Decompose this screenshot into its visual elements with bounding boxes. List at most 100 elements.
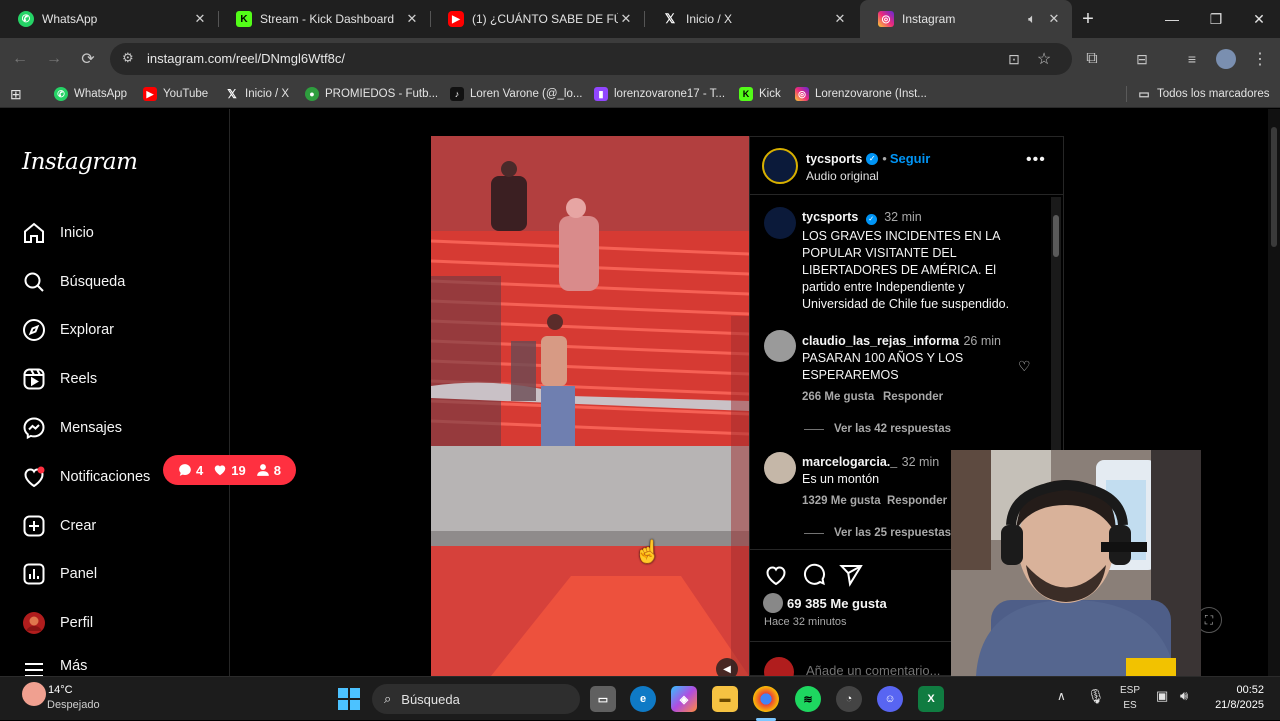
view-replies-button[interactable]: Ver las 25 respuestas	[804, 527, 951, 539]
nav-explorar[interactable]: Explorar	[22, 316, 114, 344]
close-icon[interactable]: ✕	[1046, 11, 1062, 27]
bookmark-twitch[interactable]: ▮ lorenzovarone17 - T...	[594, 85, 725, 103]
bookmark-label: YouTube	[163, 88, 209, 100]
weather-description[interactable]: Despejado	[47, 699, 100, 711]
promiedos-icon: ●	[305, 87, 319, 101]
comment-username[interactable]: marcelogarcia._	[802, 455, 897, 469]
chrome-icon[interactable]	[753, 686, 779, 712]
nav-crear[interactable]: Crear	[22, 512, 96, 540]
more-options-icon[interactable]: •••	[1026, 151, 1046, 169]
weather-temperature[interactable]: 14°C	[48, 684, 73, 696]
caption-avatar[interactable]	[764, 207, 796, 239]
nav-perfil[interactable]: Perfil	[22, 609, 93, 637]
menu-dots-icon[interactable]: ⋮	[1248, 47, 1272, 71]
view-replies-button[interactable]: Ver las 42 respuestas	[804, 423, 951, 435]
audio-label[interactable]: Audio original	[806, 169, 879, 183]
network-icon[interactable]: ▣	[1156, 688, 1168, 704]
all-bookmarks[interactable]: ▭ Todos los marcadores	[1137, 85, 1269, 103]
spotify-icon[interactable]: ≋	[795, 686, 821, 712]
forward-button[interactable]: →	[42, 47, 66, 71]
reply-button[interactable]: Responder	[883, 391, 943, 403]
nav-mensajes[interactable]: Mensajes	[22, 414, 122, 442]
bookmark-whatsapp[interactable]: ✆ WhatsApp	[54, 85, 127, 103]
nav-inicio[interactable]: Inicio	[22, 219, 94, 247]
reel-video[interactable]: ◀	[431, 136, 749, 676]
minimize-button[interactable]: —	[1150, 0, 1194, 38]
tab-x[interactable]: 𝕏 Inicio / X ✕	[644, 0, 858, 38]
bookmark-kick[interactable]: K Kick	[739, 85, 781, 103]
close-icon[interactable]: ✕	[618, 11, 634, 27]
install-app-icon[interactable]: ⊡	[1002, 47, 1026, 71]
windows-start-icon[interactable]	[338, 688, 360, 710]
instagram-logo[interactable]: Instagram	[22, 149, 138, 175]
task-view-icon[interactable]: ▭	[590, 686, 616, 712]
nav-notificaciones[interactable]: Notificaciones	[22, 463, 150, 491]
language-indicator[interactable]: ESP ES	[1120, 683, 1140, 713]
likes-count[interactable]: 69 385 Me gusta	[787, 596, 887, 611]
tab-whatsapp[interactable]: ✆ WhatsApp ✕	[0, 0, 218, 38]
comment-likes[interactable]: 1329 Me gusta	[802, 495, 881, 507]
author-avatar[interactable]	[762, 148, 798, 184]
page-scrollbar[interactable]	[1268, 109, 1280, 676]
share-icon[interactable]	[839, 563, 863, 587]
tab-youtube[interactable]: ▶ (1) ¿CUÁNTO SABE DE FÚTBOL ✕	[430, 0, 644, 38]
nav-mas[interactable]: Más	[22, 658, 87, 676]
media-control-icon[interactable]: ≡	[1180, 47, 1204, 71]
comment-text: PASARAN 100 AÑOS Y LOS ESPERAREMOS	[802, 351, 964, 382]
heart-icon[interactable]: ♡	[1018, 358, 1031, 375]
comment-likes[interactable]: 266 Me gusta	[802, 391, 874, 403]
bookmark-promiedos[interactable]: ● PROMIEDOS - Futb...	[305, 85, 438, 103]
extensions-icon[interactable]: ⧉	[1080, 47, 1104, 71]
new-tab-button[interactable]: +	[1076, 7, 1100, 31]
like-heart-icon[interactable]	[764, 563, 788, 587]
mute-icon[interactable]: ◀	[716, 658, 738, 676]
edge-icon[interactable]: e	[630, 686, 656, 712]
weather-icon[interactable]	[22, 682, 46, 706]
volume-icon[interactable]: 🔊︎	[1180, 688, 1188, 704]
bookmark-youtube[interactable]: ▶ YouTube	[143, 85, 208, 103]
site-info-icon[interactable]: ⚙	[122, 50, 134, 66]
comment-avatar[interactable]	[764, 330, 796, 362]
nav-busqueda[interactable]: Búsqueda	[22, 268, 125, 296]
author-username[interactable]: tycsports	[806, 152, 862, 166]
bookmark-x[interactable]: 𝕏 Inicio / X	[225, 85, 289, 103]
compass-icon	[23, 319, 45, 341]
follow-button[interactable]: Seguir	[890, 151, 930, 166]
comment-avatar[interactable]	[764, 452, 796, 484]
close-icon[interactable]: ✕	[832, 11, 848, 27]
profile-avatar[interactable]	[1214, 47, 1238, 71]
speaker-icon[interactable]: 🔈︎	[1024, 11, 1040, 27]
excel-icon[interactable]: X	[918, 686, 944, 712]
bookmark-tiktok[interactable]: ♪ Loren Varone (@_lo...	[450, 85, 582, 103]
obs-icon[interactable]: ◔	[836, 686, 862, 712]
reload-button[interactable]: ⟳	[76, 47, 100, 71]
bookmark-label: Inicio / X	[245, 88, 290, 100]
chevron-up-icon[interactable]: ∧	[1057, 689, 1066, 703]
tab-kick[interactable]: K Stream - Kick Dashboard ✕	[218, 0, 430, 38]
restore-button[interactable]: ❐	[1194, 0, 1238, 38]
nav-reels[interactable]: Reels	[22, 365, 97, 393]
notifications-popup[interactable]: 4 19 8	[163, 455, 296, 485]
bookmark-instagram[interactable]: ◎ Lorenzovarone (Inst...	[795, 85, 927, 103]
close-icon[interactable]: ✕	[192, 11, 208, 27]
close-icon[interactable]: ✕	[404, 11, 420, 27]
copilot-icon[interactable]: ◈	[671, 686, 697, 712]
discord-icon[interactable]: ☺	[877, 686, 903, 712]
apps-grid-icon[interactable]: ⊞	[10, 85, 22, 103]
taskbar-search[interactable]: ⌕ Búsqueda	[372, 684, 580, 714]
comment-username[interactable]: claudio_las_rejas_informa	[802, 334, 959, 348]
reply-button[interactable]: Responder	[887, 495, 947, 507]
back-button[interactable]: ←	[8, 47, 32, 71]
caption-username[interactable]: tycsports	[802, 210, 858, 224]
youtube-icon: ▶	[448, 11, 464, 27]
tab-search-icon[interactable]: ⊟	[1130, 47, 1154, 71]
comment-icon[interactable]	[802, 563, 826, 587]
nav-panel[interactable]: Panel	[22, 560, 97, 588]
close-window-button[interactable]: ✕	[1237, 0, 1280, 38]
file-explorer-icon[interactable]: ▬	[712, 686, 738, 712]
tab-instagram[interactable]: ◎ Instagram 🔈︎ ✕	[860, 0, 1072, 38]
microphone-icon[interactable]: 🎙︎	[1087, 688, 1105, 705]
clock[interactable]: 00:52 21/8/2025	[1210, 683, 1264, 713]
star-icon[interactable]: ☆	[1032, 47, 1056, 71]
address-bar[interactable]: ⚙ instagram.com/reel/DNmgl6Wtf8c/	[110, 43, 1072, 75]
